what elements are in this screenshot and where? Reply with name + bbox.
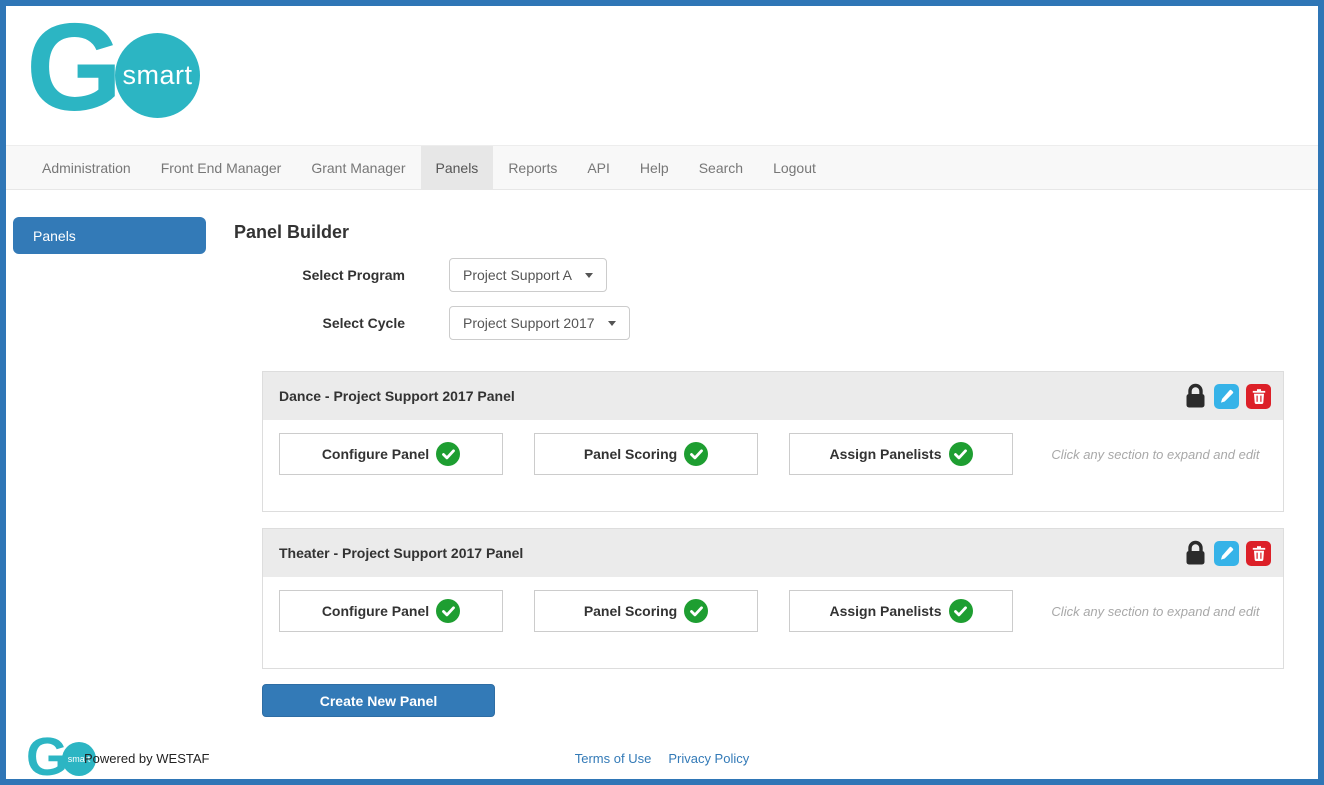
logo-g-letter: G — [26, 0, 122, 137]
terms-of-use-link[interactable]: Terms of Use — [575, 751, 652, 766]
edit-button[interactable] — [1214, 383, 1239, 409]
nav-item-panels[interactable]: Panels — [420, 146, 494, 189]
check-icon — [436, 442, 461, 466]
section-label: Configure Panel — [321, 446, 430, 462]
nav-item-front-end-manager[interactable]: Front End Manager — [146, 146, 297, 189]
configure-panel-button[interactable]: Configure Panel — [279, 433, 503, 475]
nav-item-grant-manager[interactable]: Grant Manager — [296, 146, 420, 189]
page-title: Panel Builder — [234, 222, 350, 242]
select-cycle-label: Select Cycle — [322, 315, 406, 331]
lock-icon — [1186, 540, 1205, 565]
main-navbar: Administration Front End Manager Grant M… — [6, 145, 1318, 190]
nav-item-api[interactable]: API — [572, 146, 625, 189]
privacy-policy-link[interactable]: Privacy Policy — [668, 751, 749, 766]
create-new-panel-label: Create New Panel — [319, 692, 438, 709]
select-cycle-value: Project Support 2017 — [463, 315, 595, 331]
check-icon — [436, 599, 461, 623]
section-label: Assign Panelists — [829, 446, 942, 462]
edit-button[interactable] — [1214, 540, 1239, 566]
panel-hint: Click any section to expand and edit — [1051, 604, 1260, 619]
pencil-icon — [1220, 389, 1234, 403]
check-icon — [684, 599, 709, 623]
section-label: Assign Panelists — [829, 603, 942, 619]
select-cycle-dropdown[interactable]: Project Support 2017 — [449, 306, 630, 340]
delete-button[interactable] — [1246, 383, 1271, 409]
select-program-value: Project Support A — [463, 267, 572, 283]
check-icon — [948, 599, 973, 623]
panel-card-dance: Dance - Project Support 2017 Panel Confi… — [262, 371, 1284, 512]
panel-scoring-button[interactable]: Panel Scoring — [534, 433, 758, 475]
chevron-down-icon — [584, 272, 593, 278]
panel-actions — [1185, 383, 1271, 409]
panel-sections: Configure Panel Panel Scoring Assign Pan… — [263, 577, 1283, 632]
panel-card-header[interactable]: Theater - Project Support 2017 Panel — [263, 529, 1283, 577]
footer-links: Terms of Use Privacy Policy — [6, 751, 1318, 766]
trash-icon — [1252, 388, 1265, 404]
panel-hint: Click any section to expand and edit — [1051, 447, 1260, 462]
panel-filters: Select Program Project Support A Select … — [234, 258, 630, 354]
panel-actions — [1185, 540, 1271, 566]
sidebar-item-panels[interactable]: Panels — [13, 217, 206, 254]
gosmart-app-window: G smart Administration Front End Manager… — [0, 0, 1324, 785]
panel-title: Dance - Project Support 2017 Panel — [279, 388, 515, 404]
nav-item-administration[interactable]: Administration — [27, 146, 146, 189]
gosmart-logo: G smart — [26, 6, 226, 136]
sidebar-item-panels-label: Panels — [33, 227, 76, 244]
panel-card-theater: Theater - Project Support 2017 Panel Con… — [262, 528, 1284, 669]
delete-button[interactable] — [1246, 540, 1271, 566]
check-icon — [684, 442, 709, 466]
lock-button[interactable] — [1185, 383, 1206, 409]
nav-item-reports[interactable]: Reports — [493, 146, 572, 189]
trash-icon — [1252, 545, 1265, 561]
select-program-row: Select Program Project Support A — [234, 258, 630, 292]
select-cycle-row: Select Cycle Project Support 2017 — [234, 306, 630, 340]
select-program-label: Select Program — [302, 267, 405, 283]
lock-button[interactable] — [1185, 540, 1206, 566]
select-program-dropdown[interactable]: Project Support A — [449, 258, 607, 292]
check-icon — [948, 442, 973, 466]
section-label: Panel Scoring — [583, 603, 678, 619]
assign-panelists-button[interactable]: Assign Panelists — [789, 590, 1013, 632]
nav-item-logout[interactable]: Logout — [758, 146, 831, 189]
create-new-panel-button[interactable]: Create New Panel — [262, 684, 495, 717]
assign-panelists-button[interactable]: Assign Panelists — [789, 433, 1013, 475]
panel-sections: Configure Panel Panel Scoring Assign Pan… — [263, 420, 1283, 475]
nav-item-help[interactable]: Help — [625, 146, 684, 189]
logo-smart-label: smart — [122, 60, 193, 90]
pencil-icon — [1220, 546, 1234, 560]
logo-smart-circle: smart — [115, 33, 200, 118]
chevron-down-icon — [607, 320, 616, 326]
section-label: Configure Panel — [321, 603, 430, 619]
nav-item-search[interactable]: Search — [684, 146, 758, 189]
panel-card-header[interactable]: Dance - Project Support 2017 Panel — [263, 372, 1283, 420]
section-label: Panel Scoring — [583, 446, 678, 462]
lock-icon — [1186, 383, 1205, 408]
configure-panel-button[interactable]: Configure Panel — [279, 590, 503, 632]
panel-scoring-button[interactable]: Panel Scoring — [534, 590, 758, 632]
panel-title: Theater - Project Support 2017 Panel — [279, 545, 524, 561]
